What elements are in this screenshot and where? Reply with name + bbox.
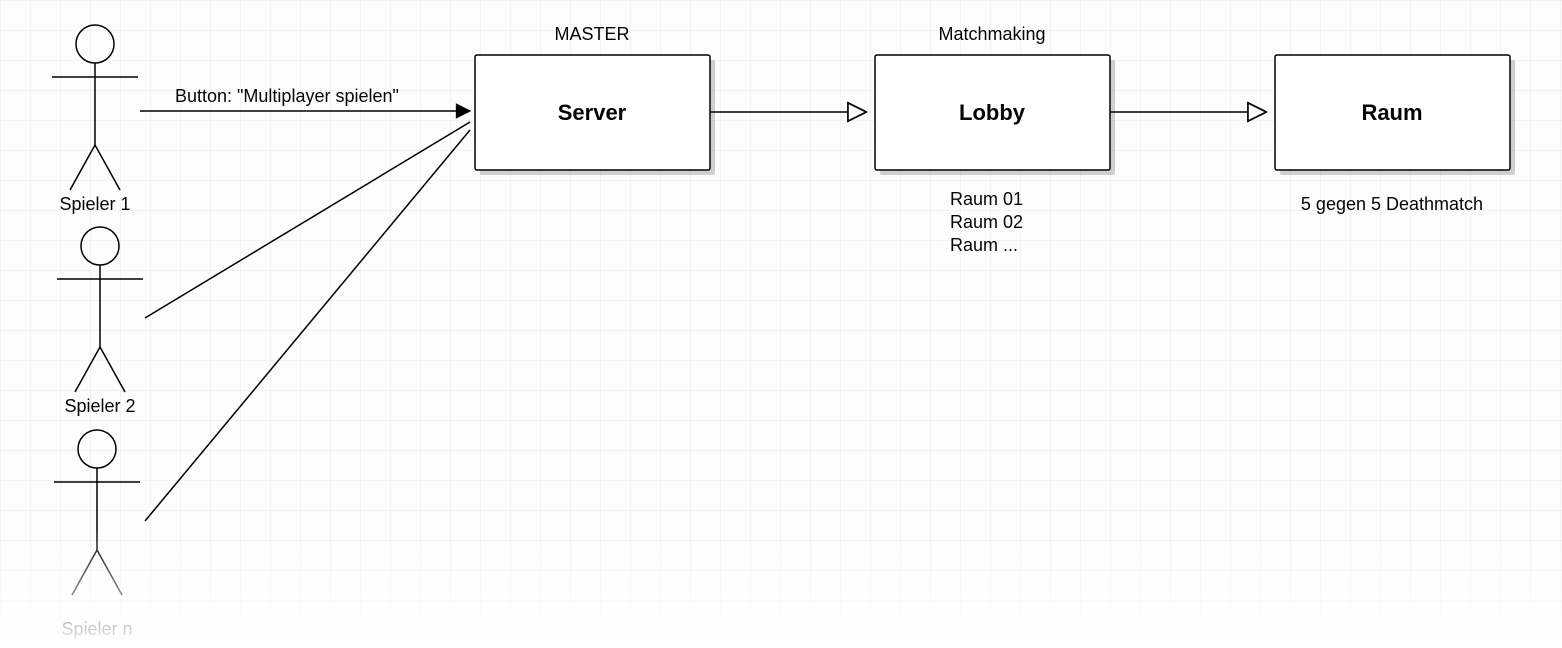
edge-players-to-server: Button: "Multiplayer spielen" [140, 86, 470, 521]
actor-n-label: Spieler n [61, 619, 132, 639]
actor-spieler-n: Spieler n [54, 430, 140, 639]
raum-label: Raum [1361, 100, 1422, 125]
actor-spieler-1: Spieler 1 [52, 25, 138, 214]
lobby-top-label: Matchmaking [938, 24, 1045, 44]
node-lobby: Matchmaking Lobby Raum 01 Raum 02 Raum .… [875, 24, 1115, 255]
diagram-canvas: Spieler 1 Spieler 2 Spieler n Button: "M… [0, 0, 1562, 648]
actor-spieler-2: Spieler 2 [57, 227, 143, 416]
node-raum: Raum 5 gegen 5 Deathmatch [1275, 55, 1515, 214]
server-top-label: MASTER [554, 24, 629, 44]
actor-1-label: Spieler 1 [59, 194, 130, 214]
lobby-room-2: Raum 02 [950, 212, 1023, 232]
raum-below-label: 5 gegen 5 Deathmatch [1301, 194, 1483, 214]
lobby-label: Lobby [959, 100, 1026, 125]
lobby-room-3: Raum ... [950, 235, 1018, 255]
edge-label-multiplayer: Button: "Multiplayer spielen" [175, 86, 399, 106]
actor-2-label: Spieler 2 [64, 396, 135, 416]
node-server: MASTER Server [475, 24, 715, 175]
lobby-room-1: Raum 01 [950, 189, 1023, 209]
server-label: Server [558, 100, 627, 125]
